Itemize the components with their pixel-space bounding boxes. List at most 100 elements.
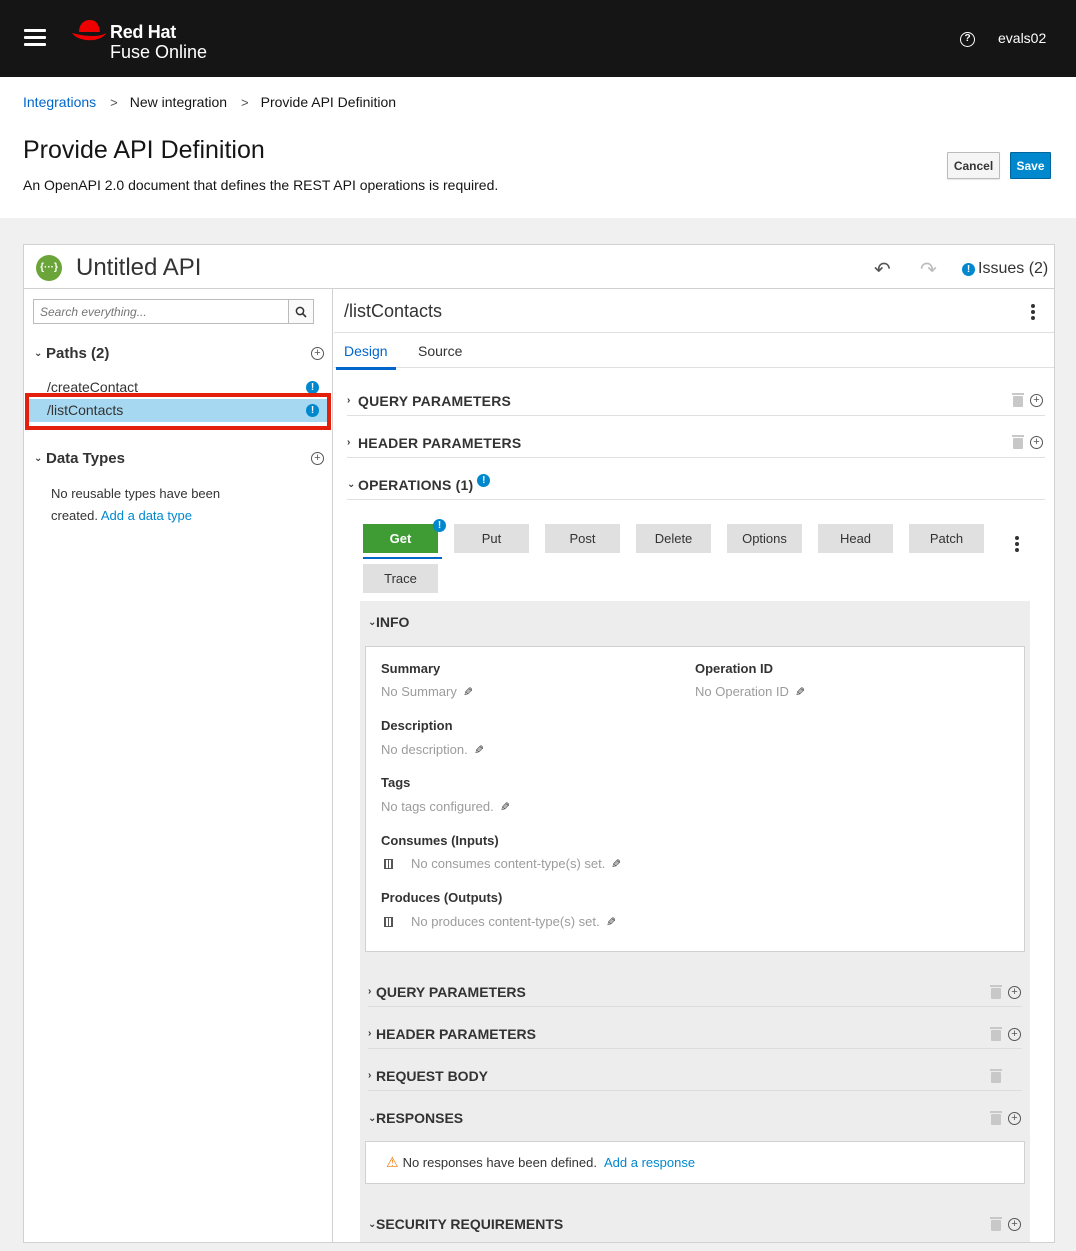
trash-icon[interactable] <box>990 1027 1002 1041</box>
trash-icon[interactable] <box>1012 393 1024 407</box>
page-title: Provide API Definition <box>23 136 265 164</box>
add-data-type-icon[interactable]: + <box>311 452 324 465</box>
op-post-button[interactable]: Post <box>545 524 620 553</box>
path-item-listContacts[interactable]: /listContacts ! <box>27 399 327 422</box>
summary-label: Summary <box>381 661 441 676</box>
op-query-parameters-section[interactable]: › QUERY PARAMETERS <box>368 977 1022 1007</box>
op-trace-button[interactable]: Trace <box>363 564 438 593</box>
api-title[interactable]: Untitled API <box>76 254 201 282</box>
chevron-down-icon: ⌄ <box>368 1218 377 1230</box>
op-head-button[interactable]: Head <box>818 524 893 553</box>
page-header: Integrations > New integration > Provide… <box>0 77 1076 218</box>
add-data-type-link[interactable]: Add a data type <box>101 508 192 523</box>
tab-bar: Design Source <box>334 332 1054 370</box>
op-options-button[interactable]: Options <box>727 524 802 553</box>
tab-source[interactable]: Source <box>418 343 462 359</box>
op-delete-button[interactable]: Delete <box>636 524 711 553</box>
info-icon: ! <box>306 404 319 417</box>
add-response-link[interactable]: Add a response <box>604 1155 695 1170</box>
breadcrumb-integrations[interactable]: Integrations <box>23 94 96 110</box>
issues-label: Issues (2) <box>978 260 1049 277</box>
api-editor: {···} Untitled API ↶ ↷ ! Issues (2) ⌄ Pa… <box>23 244 1055 1243</box>
redo-icon[interactable]: ↷ <box>920 257 937 282</box>
pencil-icon: ✎ <box>499 799 510 814</box>
op-header-parameters-section[interactable]: › HEADER PARAMETERS <box>368 1019 1022 1049</box>
chevron-right-icon: › <box>347 395 351 406</box>
add-path-icon[interactable]: + <box>311 347 324 360</box>
operation-id-value[interactable]: No Operation ID ✎ <box>695 684 805 699</box>
help-icon[interactable]: ? <box>960 32 975 47</box>
operation-details: ⌄ INFO Summary No Summary ✎ Operation ID… <box>360 601 1030 1242</box>
chevron-right-icon: › <box>368 1028 372 1039</box>
operations-kebab-icon[interactable] <box>1015 536 1019 554</box>
trash-icon[interactable] <box>990 1111 1002 1125</box>
undo-icon[interactable]: ↶ <box>874 257 891 282</box>
chevron-down-icon: ⌄ <box>34 453 43 464</box>
pencil-icon: ✎ <box>473 742 484 757</box>
op-get-button[interactable]: Get <box>363 524 438 553</box>
pencil-icon: ✎ <box>605 914 616 929</box>
description-label: Description <box>381 718 453 733</box>
list-icon <box>384 858 393 869</box>
header-parameters-section[interactable]: › HEADER PARAMETERS <box>347 428 1045 458</box>
paths-section-header[interactable]: ⌄ Paths (2) <box>34 345 109 362</box>
query-parameters-section[interactable]: › QUERY PARAMETERS <box>347 386 1045 416</box>
chevron-right-icon: › <box>368 1070 372 1081</box>
product-name: Fuse Online <box>110 42 208 62</box>
chevron-right-icon: > <box>110 94 118 110</box>
add-op-header-param-icon[interactable]: + <box>1008 1028 1021 1041</box>
cancel-button[interactable]: Cancel <box>947 152 1000 179</box>
tab-design[interactable]: Design <box>336 343 396 370</box>
editor-header: {···} Untitled API ↶ ↷ ! Issues (2) <box>24 245 1054 289</box>
add-op-query-param-icon[interactable]: + <box>1008 986 1021 999</box>
responses-section[interactable]: ⌄ RESPONSES <box>368 1103 1022 1133</box>
save-button[interactable]: Save <box>1010 152 1051 179</box>
add-header-param-icon[interactable]: + <box>1030 436 1043 449</box>
request-body-section[interactable]: › REQUEST BODY <box>368 1061 1022 1091</box>
operations-section[interactable]: ⌄ OPERATIONS (1) ! <box>347 470 1045 500</box>
chevron-right-icon: › <box>368 986 372 997</box>
consumes-value[interactable]: No consumes content-type(s) set. ✎ <box>384 856 621 871</box>
trash-icon[interactable] <box>990 1069 1002 1083</box>
description-value[interactable]: No description. ✎ <box>381 742 484 757</box>
info-icon: ! <box>962 262 975 276</box>
chevron-down-icon: ⌄ <box>368 1112 377 1124</box>
search-button[interactable] <box>288 300 313 323</box>
paths-header-label: Paths (2) <box>46 345 110 362</box>
issues-link[interactable]: ! Issues (2) <box>962 260 1048 278</box>
hamburger-menu-icon[interactable] <box>24 29 46 47</box>
warning-icon: ⚠ <box>386 1154 399 1170</box>
tags-value[interactable]: No tags configured. ✎ <box>381 799 510 814</box>
trash-icon[interactable] <box>1012 435 1024 449</box>
data-types-section-header[interactable]: ⌄ Data Types <box>34 450 125 467</box>
produces-label: Produces (Outputs) <box>381 890 503 905</box>
pencil-icon: ✎ <box>462 684 473 699</box>
security-requirements-section[interactable]: ⌄ SECURITY REQUIREMENTS <box>368 1209 1022 1239</box>
list-icon <box>384 916 393 927</box>
responses-empty-message: No responses have been defined. <box>402 1155 597 1170</box>
chevron-down-icon: ⌄ <box>368 616 377 628</box>
breadcrumb-new-integration: New integration <box>129 94 228 110</box>
path-item-createContact[interactable]: /createContact ! <box>27 376 327 399</box>
data-types-empty-message: No reusable types have been created. Add… <box>51 486 221 523</box>
operation-id-label: Operation ID <box>695 661 774 676</box>
info-section-header[interactable]: ⌄ INFO <box>368 607 1022 637</box>
pencil-icon: ✎ <box>794 684 805 699</box>
trash-icon[interactable] <box>990 1217 1002 1231</box>
add-response-icon[interactable]: + <box>1008 1112 1021 1125</box>
chevron-down-icon: ⌄ <box>34 348 43 359</box>
add-query-param-icon[interactable]: + <box>1030 394 1043 407</box>
editor-left-nav: ⌄ Paths (2) + /createContact ! /listCont… <box>24 289 333 1242</box>
user-menu[interactable]: evals02 <box>998 30 1046 46</box>
add-security-requirement-icon[interactable]: + <box>1008 1218 1021 1231</box>
op-patch-button[interactable]: Patch <box>909 524 984 553</box>
chevron-right-icon: > <box>241 94 249 110</box>
op-put-button[interactable]: Put <box>454 524 529 553</box>
path-kebab-icon[interactable] <box>1031 304 1035 322</box>
search-input[interactable] <box>34 300 288 323</box>
summary-value[interactable]: No Summary ✎ <box>381 684 473 699</box>
chevron-right-icon: › <box>347 437 351 448</box>
trash-icon[interactable] <box>990 985 1002 999</box>
active-op-underline <box>363 557 442 559</box>
produces-value[interactable]: No produces content-type(s) set. ✎ <box>384 914 616 929</box>
